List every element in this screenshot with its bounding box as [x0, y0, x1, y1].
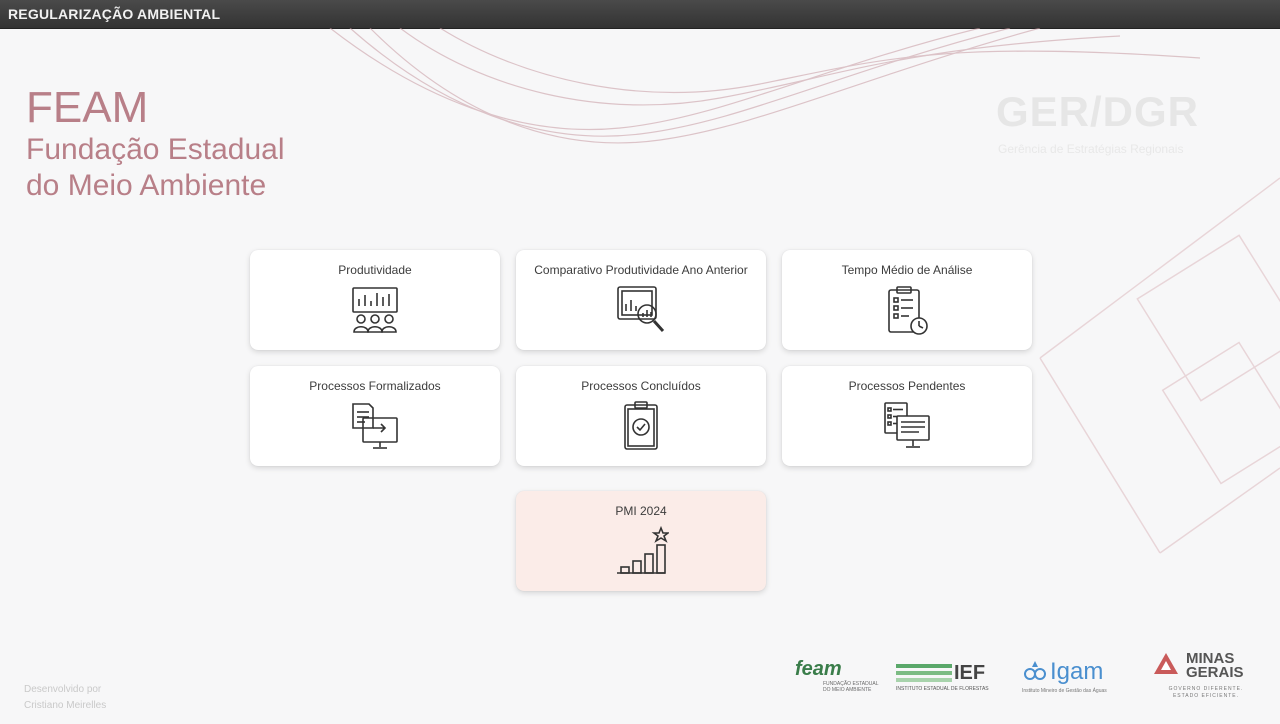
- card-tempo-medio-analise[interactable]: Tempo Médio de Análise: [782, 250, 1032, 350]
- top-bar: REGULARIZAÇÃO AMBIENTAL: [0, 0, 1280, 29]
- water-drops-icon: [1024, 661, 1046, 680]
- card-processos-formalizados[interactable]: Processos Formalizados: [250, 366, 500, 466]
- mg-name-line-2: GERAIS: [1186, 664, 1244, 681]
- card-processos-concluidos[interactable]: Processos Concluídos: [516, 366, 766, 466]
- feam-logo-name: feam: [795, 658, 842, 680]
- watermark-title: GER/DGR: [996, 88, 1200, 135]
- card-processos-pendentes[interactable]: Processos Pendentes: [782, 366, 1032, 466]
- card-comparativo-produtividade[interactable]: Comparativo Produtividade Ano Anterior: [516, 250, 766, 350]
- card-label: Processos Pendentes: [848, 379, 966, 393]
- document-computer-icon: [352, 403, 398, 449]
- ief-logo-sub: INSTITUTO ESTADUAL DE FLORESTAS: [896, 686, 989, 692]
- igam-logo: Igam Instituto Mineiro de Gestão das Águ…: [1022, 658, 1107, 694]
- brand-name-line-2: do Meio Ambiente: [26, 169, 267, 202]
- clipboard-clock-icon: [888, 286, 928, 335]
- presentation-audience-icon: [352, 287, 398, 333]
- feam-logo-sub-2: DO MEIO AMBIENTE: [823, 687, 872, 693]
- app-title: REGULARIZAÇÃO AMBIENTAL: [8, 6, 221, 22]
- brand-name-line-1: Fundação Estadual: [26, 133, 285, 166]
- ief-stripes-icon: [896, 664, 952, 682]
- mg-sub-line-1: GOVERNO DIFERENTE.: [1168, 686, 1244, 692]
- igam-logo-name: Igam: [1050, 658, 1104, 685]
- brand-acronym: FEAM: [26, 83, 149, 132]
- clipboard-check-icon: [624, 401, 658, 450]
- minas-gerais-logo-name: MINAS GERAIS: [1186, 651, 1256, 681]
- feam-logo: feam FUNDAÇÃO ESTADUAL DO MEIO AMBIENTE: [795, 658, 878, 693]
- card-label: Processos Formalizados: [309, 379, 441, 393]
- minas-gerais-logo: MINAS GERAIS GOVERNO DIFERENTE. ESTADO E…: [1152, 650, 1262, 699]
- card-label: Tempo Médio de Análise: [841, 263, 973, 277]
- card-label: Comparativo Produtividade Ano Anterior: [534, 263, 748, 277]
- igam-logo-sub: Instituto Mineiro de Gestão das Águas: [1022, 688, 1107, 694]
- card-pmi-2024[interactable]: PMI 2024: [516, 491, 766, 591]
- developer-name: Cristiano Meirelles: [24, 700, 107, 711]
- developed-by-label: Desenvolvido por: [24, 684, 102, 695]
- card-produtividade[interactable]: Produtividade: [250, 250, 500, 350]
- watermark-subtitle: Gerência de Estratégias Regionais: [998, 142, 1184, 156]
- developer-credit: Desenvolvido por Cristiano Meirelles: [24, 682, 106, 714]
- list-computer-icon: [884, 402, 930, 448]
- ief-logo: IEF INSTITUTO ESTADUAL DE FLORESTAS: [896, 662, 996, 692]
- card-label: Produtividade: [338, 263, 412, 277]
- triangle-emblem-icon: [1154, 653, 1178, 674]
- mg-sub-line-2: ESTADO EFICIENTE.: [1172, 693, 1240, 699]
- minas-gerais-logo-sub: GOVERNO DIFERENTE. ESTADO EFICIENTE.: [1156, 686, 1256, 700]
- brand-block: FEAM Fundação Estadual do Meio Ambiente: [26, 84, 285, 204]
- chart-magnifier-icon: [617, 286, 665, 333]
- card-label: PMI 2024: [615, 504, 667, 518]
- ief-logo-name: IEF: [954, 662, 986, 684]
- bar-chart-star-icon: [617, 525, 669, 574]
- card-label: Processos Concluídos: [581, 379, 701, 393]
